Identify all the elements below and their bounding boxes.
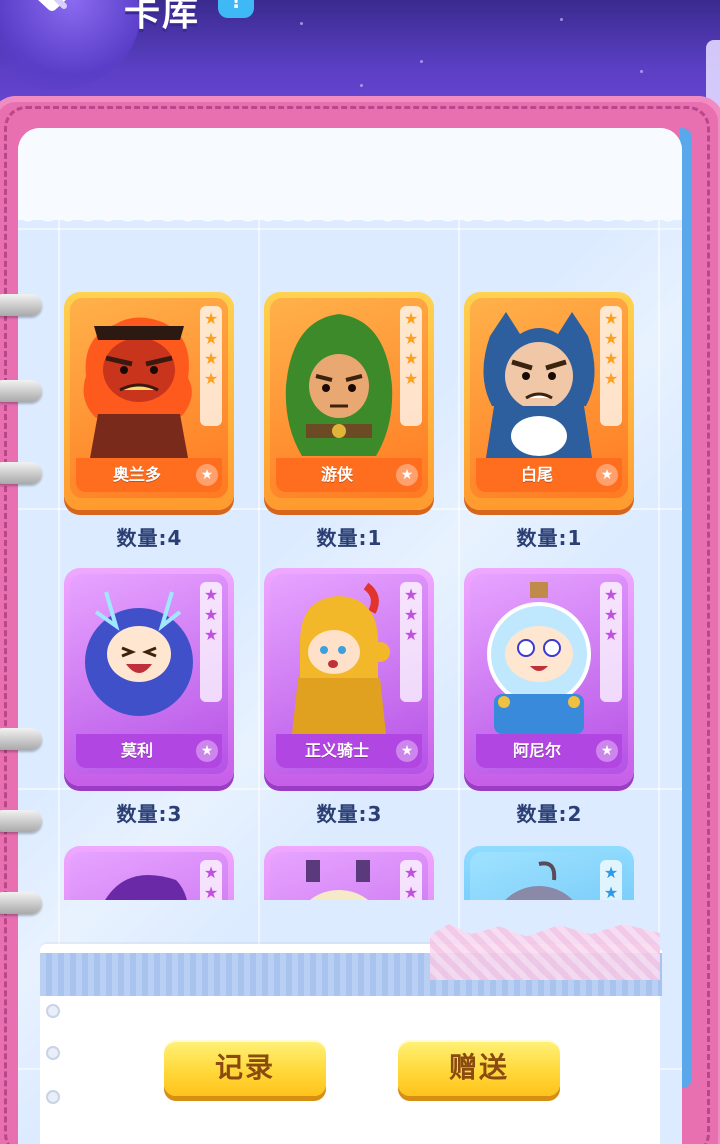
gift-button[interactable]: 赠送 bbox=[398, 1040, 560, 1096]
rarity-badge-icon: ★ bbox=[596, 464, 618, 486]
binder-hole bbox=[46, 1090, 60, 1104]
card-moli[interactable]: ★ ★ ★ 莫利 ★ bbox=[64, 568, 234, 786]
character-portrait bbox=[483, 312, 595, 458]
quantity-label: 数量:2 bbox=[516, 802, 582, 826]
card-name: 白尾 bbox=[520, 465, 553, 484]
character-portrait bbox=[487, 582, 591, 734]
card-name: 阿尼尔 bbox=[512, 741, 561, 760]
card-grid: ★ ★ ★ ★ 奥兰多 ★ 数量:4 ★ ★ ★ ★ 游侠 ★ 数量:1 ★ ★… bbox=[0, 0, 720, 900]
card-name: 莫利 bbox=[120, 741, 153, 760]
quantity-label: 数量:4 bbox=[116, 526, 182, 550]
rarity-badge-icon: ★ bbox=[396, 464, 418, 486]
card-name: 奥兰多 bbox=[112, 465, 161, 484]
rarity-badge-icon: ★ bbox=[396, 740, 418, 762]
card-youxia[interactable]: ★ ★ ★ ★ 游侠 ★ bbox=[264, 292, 434, 510]
rarity-badge-icon: ★ bbox=[196, 464, 218, 486]
character-portrait bbox=[83, 317, 192, 458]
card-aolanduo[interactable]: ★ ★ ★ ★ 奥兰多 ★ bbox=[64, 292, 234, 510]
quantity-label: 数量:3 bbox=[116, 802, 182, 826]
card-name: 正义骑士 bbox=[304, 741, 369, 760]
card-partial[interactable]: ★ ★ bbox=[264, 846, 434, 900]
character-portrait bbox=[292, 582, 390, 734]
washi-tape-pink bbox=[430, 924, 660, 980]
binder-hole bbox=[46, 1046, 60, 1060]
character-portrait bbox=[285, 314, 393, 456]
quantity-label: 数量:3 bbox=[316, 802, 382, 826]
rarity-badge-icon: ★ bbox=[596, 740, 618, 762]
binder-hole bbox=[46, 1004, 60, 1018]
record-button[interactable]: 记录 bbox=[164, 1040, 326, 1096]
card-aniner[interactable]: ★ ★ ★ 阿尼尔 ★ bbox=[464, 568, 634, 786]
card-name: 游侠 bbox=[320, 465, 353, 484]
character-portrait bbox=[306, 860, 370, 900]
rarity-badge-icon: ★ bbox=[196, 740, 218, 762]
character-portrait bbox=[105, 875, 187, 900]
card-partial[interactable]: ★ ★ bbox=[64, 846, 234, 900]
card-partial[interactable]: ★ ★ bbox=[464, 846, 634, 900]
character-portrait bbox=[85, 591, 193, 716]
card-zhengyi-qishi[interactable]: ★ ★ ★ 正义骑士 ★ bbox=[264, 568, 434, 786]
quantity-label: 数量:1 bbox=[316, 526, 382, 550]
quantity-label: 数量:1 bbox=[516, 526, 582, 550]
card-baiwei[interactable]: ★ ★ ★ ★ 白尾 ★ bbox=[464, 292, 634, 510]
character-portrait bbox=[505, 861, 573, 900]
